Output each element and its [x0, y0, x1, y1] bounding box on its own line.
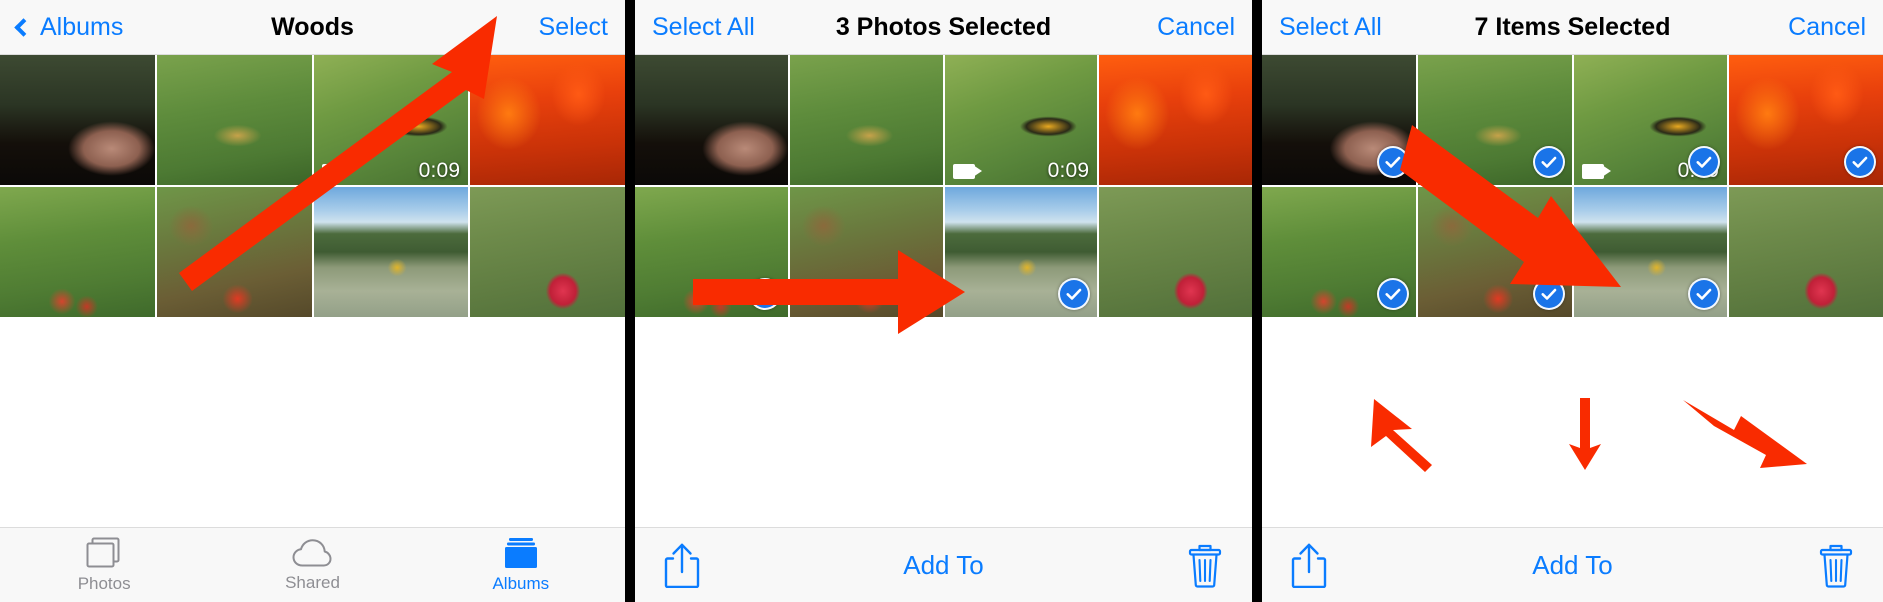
checkmark-circle-icon[interactable] [1376, 146, 1409, 178]
photo-cell[interactable] [1573, 187, 1728, 317]
delete-button[interactable] [1186, 542, 1224, 588]
select-all-button[interactable]: Select All [652, 13, 755, 42]
tab-bar: Photos Shared Albums [0, 527, 625, 602]
photo-golden-pavilion-lake [313, 187, 469, 317]
delete-button[interactable] [1817, 542, 1855, 588]
empty-area [635, 317, 1252, 527]
checkmark-circle-icon[interactable] [748, 278, 781, 310]
photo-cell[interactable] [156, 55, 312, 185]
photo-cell[interactable] [944, 187, 1098, 317]
panel-divider-1 [625, 0, 635, 602]
photo-grid: 0:09 [0, 55, 625, 317]
photo-cell[interactable] [0, 187, 155, 317]
photo-grid: 0:09 [635, 55, 1252, 317]
video-duration-label: 0:09 [418, 159, 461, 182]
selection-toolbar: Add To [1262, 527, 1883, 602]
photo-cell[interactable] [470, 55, 625, 185]
share-button[interactable] [663, 542, 701, 588]
tab-shared[interactable]: Shared [208, 538, 416, 593]
photo-autumn-foliage [1099, 55, 1252, 185]
photo-cell[interactable] [1262, 187, 1416, 317]
photo-cell[interactable] [1417, 55, 1572, 185]
cancel-button[interactable]: Cancel [1788, 0, 1866, 55]
photo-forest-mushrooms [635, 55, 788, 185]
tab-photos[interactable]: Photos [0, 537, 208, 594]
back-button[interactable]: Albums [14, 12, 124, 42]
panel-7-selected: Select All 7 Items Selected Cancel 0:09 … [1262, 0, 1883, 602]
checkmark-circle-icon[interactable] [1376, 278, 1409, 310]
trash-can-icon [1819, 544, 1853, 588]
panel-divider-2 [1252, 0, 1262, 602]
checkmark-circle-icon[interactable] [1688, 278, 1721, 310]
selection-toolbar: Add To [635, 527, 1252, 602]
photo-cell[interactable] [635, 187, 788, 317]
photo-cell[interactable] [1099, 55, 1252, 185]
checkmark-circle-icon[interactable] [1532, 278, 1565, 310]
share-upload-icon [1291, 543, 1327, 588]
photo-cell[interactable] [1262, 55, 1416, 185]
chevron-left-icon [14, 18, 33, 37]
photo-cell[interactable] [1729, 55, 1883, 185]
photo-grid: 0:09 [1262, 55, 1883, 317]
photo-cell[interactable] [0, 55, 155, 185]
panel-3-selected: Select All 3 Photos Selected Cancel 0:09… [635, 0, 1252, 602]
add-to-button[interactable]: Add To [1262, 550, 1883, 581]
photo-cell[interactable] [470, 187, 625, 317]
photo-cell[interactable]: 0:09 [1573, 55, 1728, 185]
navigation-bar: Select All 7 Items Selected Cancel [1262, 0, 1883, 55]
tab-shared-label: Shared [285, 572, 340, 592]
photo-grass-salamander [156, 55, 312, 185]
video-camera-icon [321, 164, 351, 179]
photo-red-amanita-twigs [1099, 187, 1252, 317]
photo-forest-mushrooms [0, 55, 155, 185]
empty-area [0, 317, 625, 527]
share-button[interactable] [1290, 542, 1328, 588]
checkmark-circle-icon[interactable] [903, 278, 936, 310]
photo-cell[interactable] [313, 187, 469, 317]
photo-cell[interactable] [635, 55, 788, 185]
photo-grass-salamander [789, 55, 943, 185]
photo-grid-container: 0:09 [0, 55, 625, 317]
video-duration-label: 0:09 [1047, 159, 1090, 182]
video-camera-icon [952, 164, 982, 179]
checkmark-circle-icon[interactable] [1532, 146, 1565, 178]
photo-forest-floor-amanita [156, 187, 312, 317]
photos-stack-icon [86, 537, 120, 567]
photo-cell[interactable] [1729, 187, 1883, 317]
photo-cell[interactable] [789, 55, 943, 185]
trash-can-icon [1188, 544, 1222, 588]
tab-photos-label: Photos [77, 573, 131, 593]
navigation-bar: Select All 3 Photos Selected Cancel [635, 0, 1252, 55]
checkmark-circle-icon[interactable] [1688, 146, 1721, 178]
photo-cell[interactable] [156, 187, 312, 317]
back-button-label: Albums [40, 12, 124, 41]
photo-red-amanita-twigs [1729, 187, 1883, 317]
select-all-button[interactable]: Select All [1279, 13, 1382, 42]
checkmark-circle-icon[interactable] [1844, 146, 1876, 178]
photo-cell[interactable]: 0:09 [313, 55, 469, 185]
photo-cell[interactable] [1417, 187, 1572, 317]
share-upload-icon [664, 543, 700, 588]
photo-grid-container: 0:09 [1262, 55, 1883, 317]
photo-grid-container: 0:09 [635, 55, 1252, 317]
photo-red-amanita-twigs [470, 187, 625, 317]
photo-cell[interactable] [789, 187, 943, 317]
cloud-icon [292, 538, 332, 566]
empty-area [1262, 317, 1883, 527]
cancel-button[interactable]: Cancel [1157, 0, 1235, 55]
select-button[interactable]: Select [539, 0, 608, 55]
tab-albums[interactable]: Albums [417, 537, 625, 594]
tab-albums-label: Albums [492, 573, 550, 593]
photo-cell[interactable]: 0:09 [944, 55, 1098, 185]
photo-autumn-foliage [470, 55, 625, 185]
video-camera-icon [1581, 164, 1611, 179]
photo-moss-red-mushrooms [0, 187, 155, 317]
checkmark-circle-icon[interactable] [1058, 278, 1091, 310]
photo-cell[interactable] [1099, 187, 1252, 317]
navigation-bar: Albums Woods Select [0, 0, 625, 55]
screenshot-stage: Albums Woods Select 0:09 Photos Shared A… [0, 0, 1883, 602]
albums-folder-icon [504, 537, 537, 568]
panel-album-view: Albums Woods Select 0:09 Photos Shared A… [0, 0, 625, 602]
add-to-button[interactable]: Add To [635, 550, 1252, 581]
